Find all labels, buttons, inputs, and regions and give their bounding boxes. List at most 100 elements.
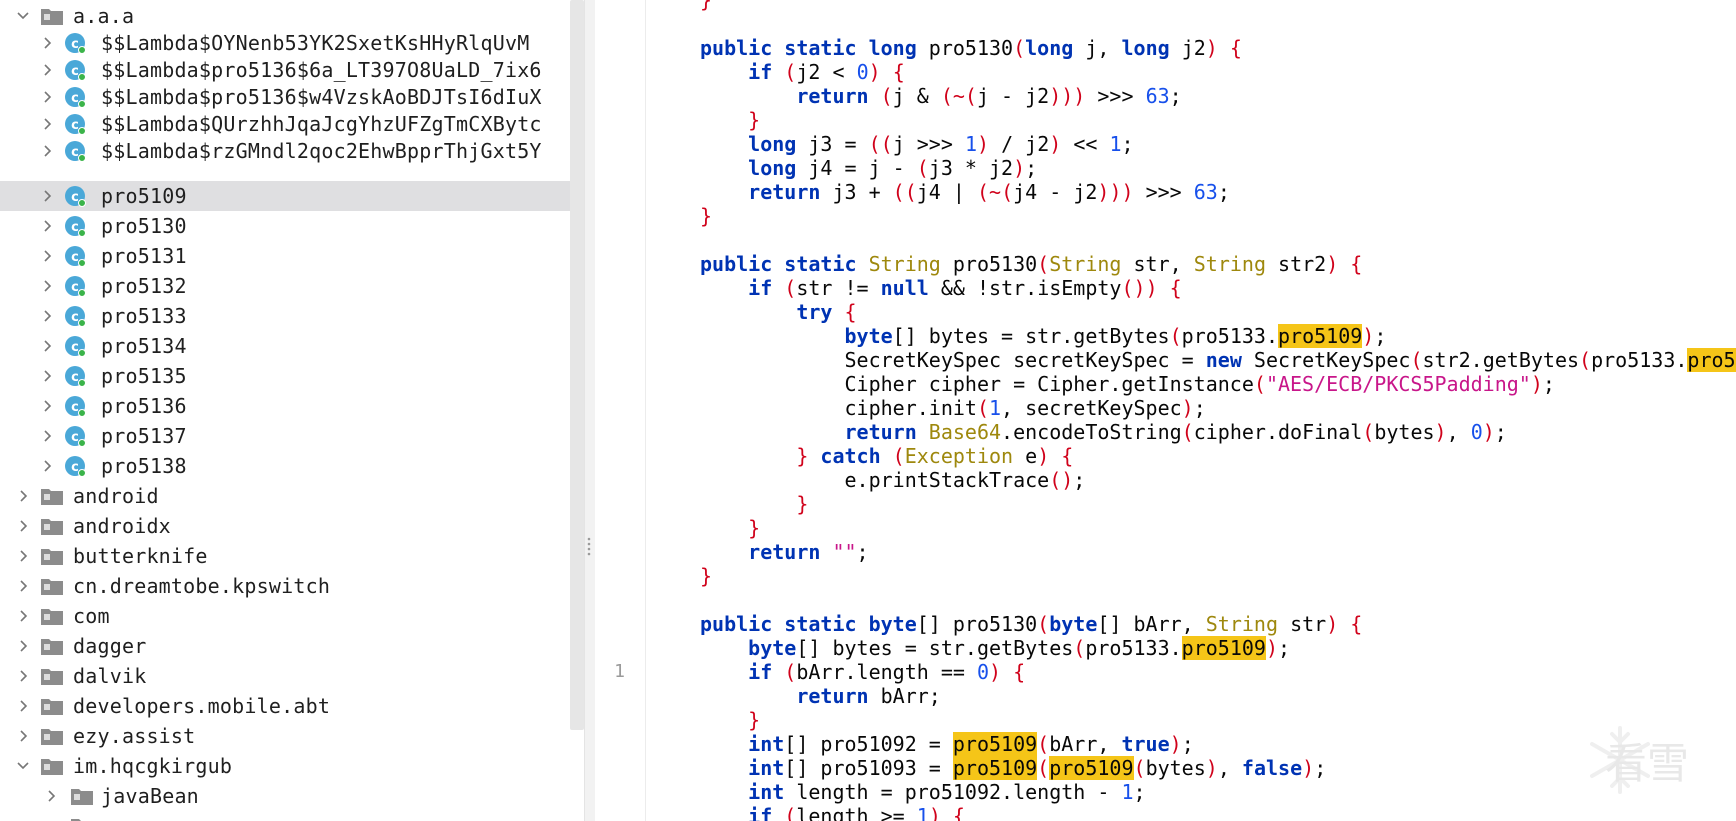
code-token: ) { <box>989 660 1026 684</box>
chevron-right-icon[interactable] <box>34 301 60 331</box>
tree-class-pro5132[interactable]: c pro5132 <box>0 271 570 301</box>
code-token: int <box>700 780 797 804</box>
chevron-right-icon[interactable] <box>10 721 36 751</box>
class-label: pro5109 <box>101 184 187 208</box>
chevron-right-icon[interactable] <box>10 691 36 721</box>
tree-class-lambda-5[interactable]: c $$Lambda$rzGMndl2qoc2EhwBpprThjGxt5Y <box>0 136 570 166</box>
chevron-right-icon[interactable] <box>10 631 36 661</box>
chevron-right-icon[interactable] <box>34 271 60 301</box>
chevron-right-icon[interactable] <box>34 391 60 421</box>
code-token: ( <box>784 660 797 684</box>
code-line: if (length >= 1) { <box>700 804 965 821</box>
code-token: ( <box>1579 348 1592 372</box>
tree-class-pro5136[interactable]: c pro5136 <box>0 391 570 421</box>
chevron-right-icon[interactable] <box>34 361 60 391</box>
chevron-right-icon[interactable] <box>10 571 36 601</box>
chevron-right-icon[interactable] <box>34 55 60 85</box>
tree-package-kpswitch[interactable]: cn.dreamtobe.kpswitch <box>0 571 570 601</box>
code-token: 1 <box>989 396 1002 420</box>
code-token: / j2 <box>989 132 1050 156</box>
package-label: androidx <box>73 514 171 538</box>
class-label: pro5133 <box>101 304 187 328</box>
chevron-right-icon[interactable] <box>34 211 60 241</box>
package-folder-icon <box>41 729 63 745</box>
class-icon: c <box>65 141 86 162</box>
chevron-right-icon[interactable] <box>10 541 36 571</box>
chevron-right-icon[interactable] <box>34 28 60 58</box>
code-line: byte[] bytes = str.getBytes(pro5133.pro5… <box>700 636 1290 660</box>
tree-package-com[interactable]: com <box>0 601 570 631</box>
class-icon: c <box>65 216 86 237</box>
chevron-right-icon[interactable] <box>34 136 60 166</box>
chevron-right-icon[interactable] <box>10 601 36 631</box>
tree-class-pro5131[interactable]: c pro5131 <box>0 241 570 271</box>
tree-class-pro5135[interactable]: c pro5135 <box>0 361 570 391</box>
tree-package-androidx[interactable]: androidx <box>0 511 570 541</box>
code-token: 63 <box>1145 84 1170 108</box>
tree-package-dagger[interactable]: dagger <box>0 631 570 661</box>
code-token: ) <box>1181 396 1194 420</box>
chevron-right-icon[interactable] <box>34 421 60 451</box>
code-token: byte <box>700 324 893 348</box>
code-token: (~( <box>940 84 977 108</box>
code-token: ( <box>1133 756 1146 780</box>
class-label: pro5136 <box>101 394 187 418</box>
tree-class-lambda-4[interactable]: c $$Lambda$QUrzhhJqaJcgYhzUFZgTmCXBytc <box>0 109 570 139</box>
chevron-down-icon[interactable] <box>10 1 36 31</box>
code-token: (( <box>868 132 893 156</box>
class-icon: c <box>65 366 86 387</box>
tree-package-android[interactable]: android <box>0 481 570 511</box>
svg-text:c: c <box>71 190 79 205</box>
chevron-right-icon[interactable] <box>10 661 36 691</box>
tree-package-developers[interactable]: developers.mobile.abt <box>0 691 570 721</box>
chevron-right-icon[interactable] <box>38 781 64 811</box>
chevron-right-icon[interactable] <box>34 451 60 481</box>
class-label: pro5131 <box>101 244 187 268</box>
tree-package-ezy-assist[interactable]: ezy.assist <box>0 721 570 751</box>
class-label: pro5138 <box>101 454 187 478</box>
splitter-grip-icon[interactable] <box>586 536 592 558</box>
tree-package-im-hqcgkirgub[interactable]: im.hqcgkirgub <box>0 751 570 781</box>
code-token: ; <box>1181 732 1194 756</box>
tree-package-javabean[interactable]: javaBean <box>0 781 570 811</box>
code-token: Base64 <box>928 420 1002 444</box>
code-token: int <box>700 756 785 780</box>
code-token: 0 <box>856 60 869 84</box>
code-line: } <box>700 204 712 228</box>
code-line: } <box>700 0 712 12</box>
chevron-right-icon[interactable] <box>34 331 60 361</box>
code-token: byte <box>700 636 797 660</box>
tree-class-lambda-2[interactable]: c $$Lambda$pro5136$6a_LT397O8UaLD_7ix6 <box>0 55 570 85</box>
tree-scrollbar-thumb[interactable] <box>570 0 584 730</box>
code-token: catch <box>820 444 893 468</box>
code-token: } <box>700 444 821 468</box>
chevron-down-icon[interactable] <box>10 751 36 781</box>
tree-class-pro5109[interactable]: c pro5109 <box>0 181 570 211</box>
code-token: } <box>700 204 713 228</box>
tree-class-pro5137[interactable]: c pro5137 <box>0 421 570 451</box>
tree-class-pro5134[interactable]: c pro5134 <box>0 331 570 361</box>
chevron-right-icon[interactable] <box>34 181 60 211</box>
code-token: ( <box>1037 756 1050 780</box>
code-line: return (j & (~(j - j2))) >>> 63; <box>700 84 1181 108</box>
tree-class-pro5138[interactable]: c pro5138 <box>0 451 570 481</box>
tree-class-pro5130[interactable]: c pro5130 <box>0 211 570 241</box>
tree-package-dalvik[interactable]: dalvik <box>0 661 570 691</box>
tree-package-a-a-a[interactable]: a.a.a <box>0 1 570 31</box>
tree-class-lambda-1[interactable]: c $$Lambda$OYNenb53YK2SxetKsHHyRlqUvM <box>0 28 570 58</box>
chevron-right-icon[interactable] <box>10 511 36 541</box>
chevron-right-icon[interactable] <box>34 109 60 139</box>
tree-package-butterknife[interactable]: butterknife <box>0 541 570 571</box>
code-editor[interactable]: } public static long pro5130(long j, long… <box>646 0 1736 821</box>
tree-package-partial[interactable] <box>0 811 570 821</box>
chevron-right-icon[interactable] <box>34 82 60 112</box>
code-token: .encodeToString <box>1001 420 1182 444</box>
chevron-right-icon[interactable] <box>34 241 60 271</box>
tree-class-lambda-3[interactable]: c $$Lambda$pro5136$w4VzskAoBDJTsI6dIuX <box>0 82 570 112</box>
chevron-right-icon[interactable] <box>10 481 36 511</box>
code-token: ) { <box>1205 36 1242 60</box>
code-line: if (j2 < 0) { <box>700 60 905 84</box>
code-token: ; <box>1193 396 1206 420</box>
tree-class-pro5133[interactable]: c pro5133 <box>0 301 570 331</box>
code-token: ( <box>784 276 797 300</box>
